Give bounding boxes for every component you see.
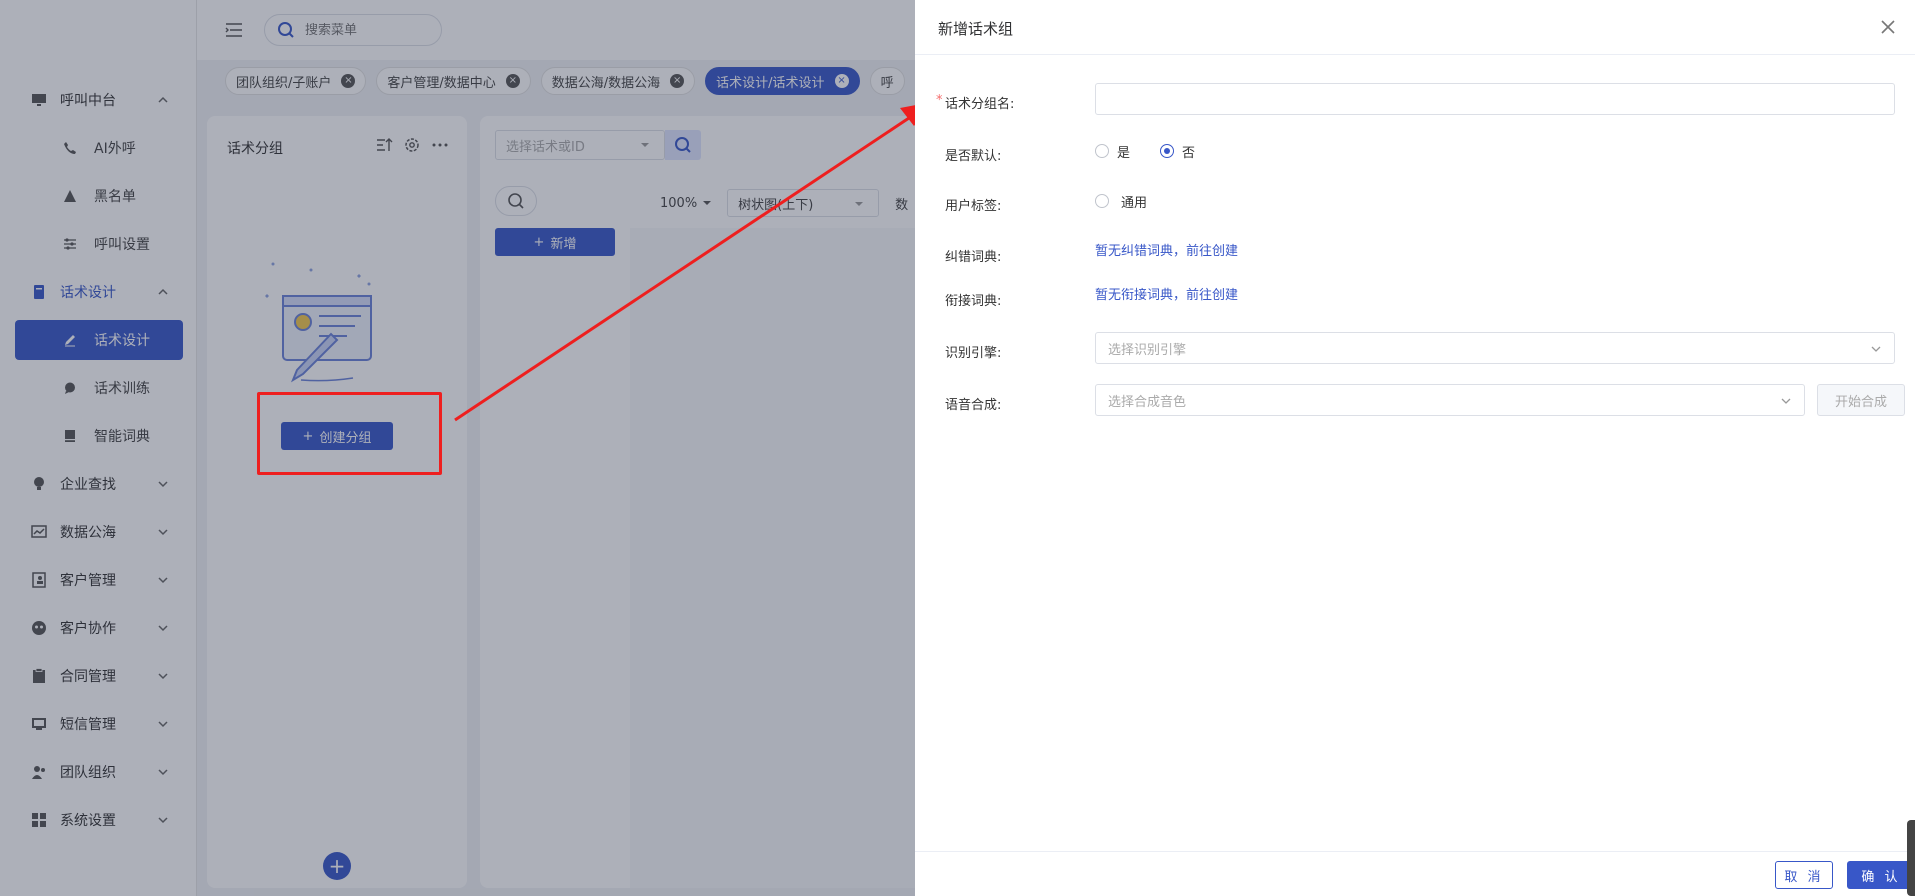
transition-dict-label: 衔接词典: — [945, 294, 1002, 309]
cancel-button[interactable]: 取 消 — [1775, 861, 1833, 889]
correction-dict-control: 暂无纠错词典，前往创建 — [1095, 236, 1238, 268]
form-row-correction-dict: 纠错词典: 暂无纠错词典，前往创建 — [915, 236, 1915, 272]
drawer-title: 新增话术组 — [938, 20, 1014, 38]
group-name-label-text: 话术分组名: — [945, 97, 1015, 112]
engine-control: 选择识别引擎 — [1095, 332, 1895, 364]
required-mark: * — [936, 93, 943, 108]
new-group-drawer: 新增话术组 * 话术分组名: 是否默认: 是 否 用户标签: 通用 纠错词典: … — [915, 0, 1915, 896]
confirm-button[interactable]: 确 认 — [1847, 861, 1915, 889]
close-icon[interactable] — [1879, 18, 1897, 36]
form-row-user-tag: 用户标签: 通用 — [915, 185, 1915, 221]
form-row-engine: 识别引擎: 选择识别引擎 — [915, 332, 1915, 368]
modal-overlay[interactable] — [0, 0, 915, 896]
is-default-radio-group: 是 否 — [1095, 135, 1195, 167]
form-row-transition-dict: 衔接词典: 暂无衔接词典，前往创建 — [915, 280, 1915, 316]
is-default-no-radio[interactable]: 否 — [1160, 142, 1195, 161]
group-name-control — [1095, 83, 1895, 115]
drawer-footer: 取 消 确 认 — [915, 851, 1915, 896]
form-row-group-name: * 话术分组名: — [915, 83, 1915, 119]
side-scroll-strip[interactable] — [1907, 820, 1915, 896]
drawer-header: 新增话术组 — [915, 0, 1915, 55]
tts-control: 选择合成音色 开始合成 — [1095, 384, 1905, 416]
radio-circle — [1095, 144, 1109, 158]
chevron-down-icon — [1871, 346, 1881, 352]
radio-circle — [1160, 144, 1175, 158]
create-correction-dict-link[interactable]: 暂无纠错词典，前往创建 — [1095, 244, 1238, 259]
create-transition-dict-link[interactable]: 暂无衔接词典，前往创建 — [1095, 288, 1238, 303]
correction-dict-label: 纠错词典: — [945, 250, 1002, 265]
is-default-yes-radio[interactable]: 是 — [1095, 142, 1130, 161]
tts-label: 语音合成: — [945, 398, 1002, 413]
radio-label: 是 — [1117, 145, 1131, 161]
annotation-highlight-box — [257, 392, 442, 475]
engine-label: 识别引擎: — [945, 346, 1002, 361]
form-row-tts: 语音合成: 选择合成音色 开始合成 — [915, 384, 1915, 420]
transition-dict-control: 暂无衔接词典，前往创建 — [1095, 280, 1238, 312]
radio-circle — [1095, 194, 1109, 208]
engine-select[interactable]: 选择识别引擎 — [1095, 332, 1895, 364]
is-default-label: 是否默认: — [945, 149, 1002, 164]
user-tag-options: 通用 — [1095, 185, 1147, 217]
radio-label: 通用 — [1121, 195, 1148, 211]
group-name-input[interactable] — [1095, 83, 1895, 115]
start-synthesis-button[interactable]: 开始合成 — [1817, 384, 1905, 416]
radio-label: 否 — [1182, 145, 1196, 161]
chevron-down-icon — [1781, 398, 1791, 404]
tts-select-placeholder: 选择合成音色 — [1108, 394, 1187, 410]
user-tag-general-radio[interactable]: 通用 — [1095, 192, 1147, 211]
tts-voice-select[interactable]: 选择合成音色 — [1095, 384, 1805, 416]
user-tag-label: 用户标签: — [945, 199, 1002, 214]
form-row-is-default: 是否默认: 是 否 — [915, 135, 1915, 171]
engine-select-placeholder: 选择识别引擎 — [1108, 342, 1187, 358]
group-name-label: * 话术分组名: — [936, 93, 1015, 112]
